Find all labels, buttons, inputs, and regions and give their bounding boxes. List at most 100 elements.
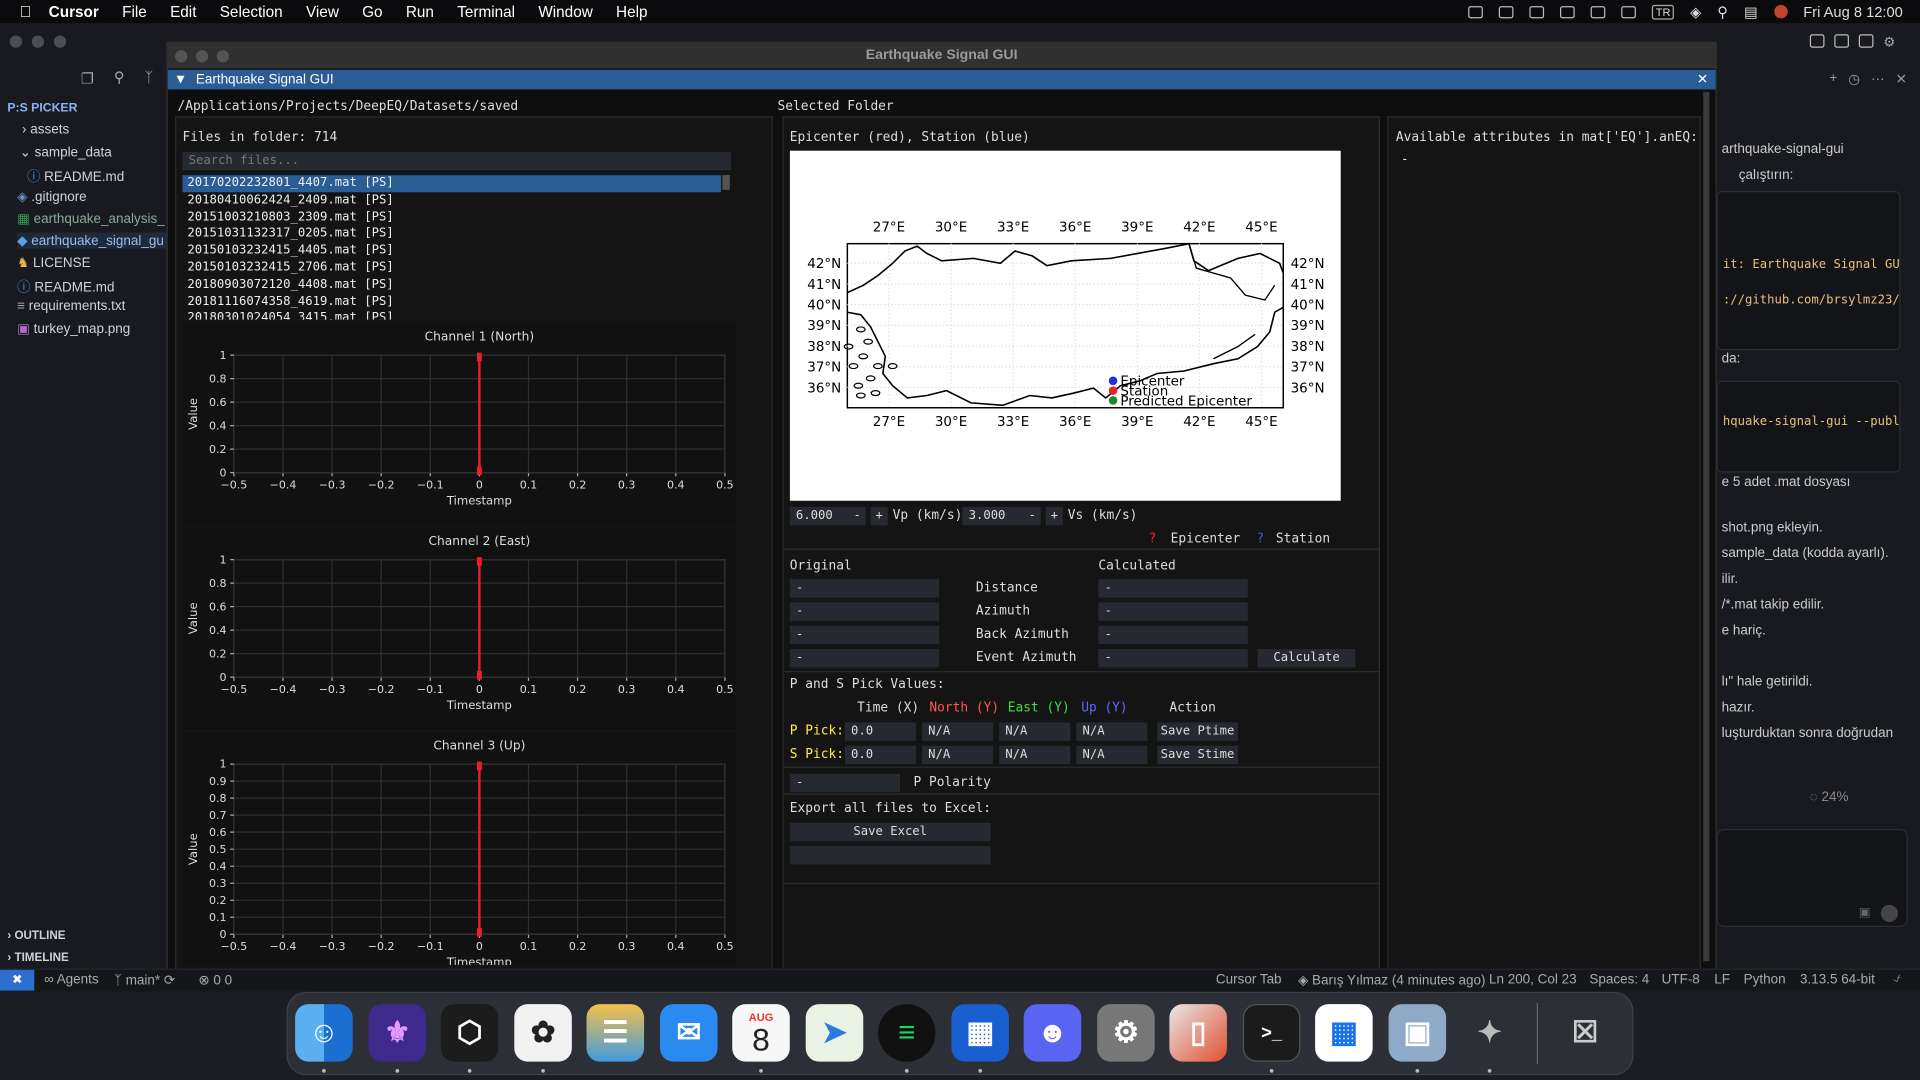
vs-minus-button[interactable]: -	[1023, 506, 1041, 526]
status-icon-6[interactable]	[1621, 5, 1637, 18]
maps-icon[interactable]: ➤	[805, 1004, 864, 1062]
file-item[interactable]: 20180301024054_3415.mat [PS]	[182, 310, 721, 319]
epicenter-toggle[interactable]: ?	[1149, 531, 1157, 546]
cursor-position[interactable]: Ln 200, Col 23	[1489, 972, 1577, 987]
save-ptime-button[interactable]: Save Ptime	[1157, 722, 1238, 741]
menu-edit[interactable]: Edit	[170, 3, 196, 20]
menu-run[interactable]: Run	[406, 3, 434, 20]
calculated-azimuth[interactable]: -	[1098, 602, 1248, 621]
file-list[interactable]: 20170202232801_4407.mat [PS] 20180410062…	[182, 175, 722, 320]
status-icon-3[interactable]	[1529, 5, 1545, 18]
file-item[interactable]: 20151003210803_2309.mat [PS]	[182, 209, 721, 226]
calculated-event-azimuth[interactable]: -	[1098, 648, 1248, 668]
menu-view[interactable]: View	[306, 3, 339, 20]
trash-icon[interactable]: ☒	[1556, 1004, 1614, 1062]
original-azimuth[interactable]: -	[789, 602, 940, 621]
finder-icon[interactable]: ☺	[295, 1004, 353, 1062]
calculated-back-azimuth[interactable]: -	[1098, 625, 1248, 645]
send-icon[interactable]	[1880, 904, 1898, 923]
notifications-icon[interactable]: ⍻	[1893, 971, 1900, 987]
rocket-app-icon[interactable]: ✦	[1461, 1004, 1519, 1062]
p-pick-up[interactable]: N/A	[1076, 722, 1148, 741]
settings-icon[interactable]: ⚙	[1883, 34, 1895, 51]
s-pick-time[interactable]: 0.0	[844, 745, 916, 765]
minimize-window-icon[interactable]	[31, 35, 45, 48]
file-readme-sample[interactable]: ⓘ README.md	[27, 167, 124, 187]
mail-icon[interactable]: ✉	[660, 1004, 718, 1062]
branch-item[interactable]: ᛉ main* ⟳	[114, 972, 175, 988]
save-excel-button[interactable]: Save Excel	[789, 822, 991, 842]
folder-assets[interactable]: › assets	[22, 122, 69, 137]
app-menu[interactable]: Cursor	[49, 3, 99, 20]
file-turkey-map[interactable]: ▣ turkey_map.png	[17, 321, 130, 337]
git-blame-item[interactable]: ◈ Barış Yılmaz (4 minutes ago)	[1298, 972, 1486, 988]
file-gitignore[interactable]: ◈ .gitignore	[17, 189, 87, 205]
image-attach-icon[interactable]: ▣	[1859, 906, 1871, 919]
file-requirements[interactable]: ≡ requirements.txt	[17, 299, 125, 314]
outline-section[interactable]: › OUTLINE	[7, 929, 65, 942]
toggle-secondary-sidebar-icon[interactable]	[1858, 34, 1874, 48]
menu-clock[interactable]: Fri Aug 8 12:00	[1803, 3, 1903, 20]
affinity-icon[interactable]: ⚜	[368, 1004, 427, 1062]
windows-app-icon[interactable]: ▦	[1315, 1004, 1373, 1062]
p-pick-east[interactable]: N/A	[999, 722, 1071, 741]
file-list-scrollbar[interactable]	[722, 175, 730, 190]
problems-item[interactable]: ⊗ 0 0	[198, 972, 232, 988]
security-app-icon[interactable]: ▦	[951, 1004, 1009, 1062]
toggle-sidebar-icon[interactable]	[1809, 34, 1825, 48]
file-item[interactable]: 20181116074358_4619.mat [PS]	[182, 293, 721, 310]
terminal-icon[interactable]: >_	[1242, 1004, 1301, 1062]
apple-icon[interactable]: 	[20, 2, 32, 20]
calculate-button[interactable]: Calculate	[1257, 648, 1356, 668]
p-pick-time[interactable]: 0.0	[844, 722, 916, 741]
line-ending[interactable]: LF	[1714, 972, 1730, 987]
preview-icon[interactable]: ▣	[1388, 1004, 1447, 1062]
original-event-azimuth[interactable]: -	[789, 648, 940, 668]
history-icon[interactable]: ◷	[1848, 71, 1860, 87]
zoom-window-icon[interactable]	[53, 35, 67, 48]
file-item[interactable]: 20170202232801_4407.mat [PS]	[182, 175, 722, 192]
wifi-icon[interactable]: ◈	[1690, 3, 1701, 20]
input-source-indicator[interactable]: TR	[1652, 4, 1675, 19]
file-item[interactable]: 20180410062424_2409.mat [PS]	[182, 192, 721, 209]
vp-input[interactable]: 6.000	[789, 506, 852, 526]
search-icon[interactable]: ⚲	[1717, 3, 1728, 20]
close-window-icon[interactable]	[175, 50, 188, 63]
control-center-icon[interactable]: ▤	[1744, 3, 1758, 20]
language-mode[interactable]: Python	[1744, 972, 1786, 987]
close-icon[interactable]: ✕	[1896, 71, 1907, 87]
stacks-icon[interactable]: ☰	[586, 1004, 645, 1062]
source-control-icon[interactable]: ᛉ	[144, 69, 153, 86]
menu-window[interactable]: Window	[538, 3, 592, 20]
status-icon-1[interactable]	[1468, 5, 1484, 18]
minimize-window-icon[interactable]	[195, 50, 209, 63]
menu-terminal[interactable]: Terminal	[457, 3, 515, 20]
explorer-title[interactable]: P:S PICKER	[7, 102, 77, 115]
status-icon-5[interactable]	[1590, 5, 1606, 18]
user-avatar-icon[interactable]	[1773, 4, 1788, 19]
s-pick-east[interactable]: N/A	[999, 745, 1071, 765]
window-scrollbar[interactable]	[1703, 91, 1710, 962]
save-stime-button[interactable]: Save Stime	[1157, 745, 1238, 765]
search-files-input[interactable]: Search files...	[182, 151, 732, 171]
new-chat-icon[interactable]: +	[1829, 71, 1837, 87]
file-earthquake-analysis[interactable]: ▦ earthquake_analysis_	[17, 211, 165, 227]
file-item[interactable]: 20150103232415_2706.mat [PS]	[182, 260, 721, 277]
more-icon[interactable]: ⋯	[1871, 71, 1884, 87]
cursor-tab-item[interactable]: Cursor Tab	[1216, 972, 1282, 987]
station-toggle[interactable]: ?	[1256, 531, 1264, 546]
original-back-azimuth[interactable]: -	[789, 625, 940, 645]
python-version[interactable]: 3.13.5 64-bit	[1800, 972, 1875, 987]
file-license[interactable]: ♞ LICENSE	[17, 255, 90, 271]
timeline-section[interactable]: › TIMELINE	[7, 951, 68, 964]
vs-plus-button[interactable]: +	[1045, 506, 1063, 526]
calendar-icon[interactable]: AUG 8	[732, 1004, 790, 1062]
files-icon[interactable]: ❐	[81, 70, 94, 87]
menu-file[interactable]: File	[122, 3, 147, 20]
indentation[interactable]: Spaces: 4	[1589, 972, 1649, 987]
close-icon[interactable]: ✕	[1697, 70, 1708, 90]
encoding[interactable]: UTF-8	[1662, 972, 1700, 987]
original-distance[interactable]: -	[789, 579, 940, 598]
system-settings-icon[interactable]: ⚙	[1097, 1004, 1155, 1062]
close-window-icon[interactable]	[9, 35, 23, 48]
